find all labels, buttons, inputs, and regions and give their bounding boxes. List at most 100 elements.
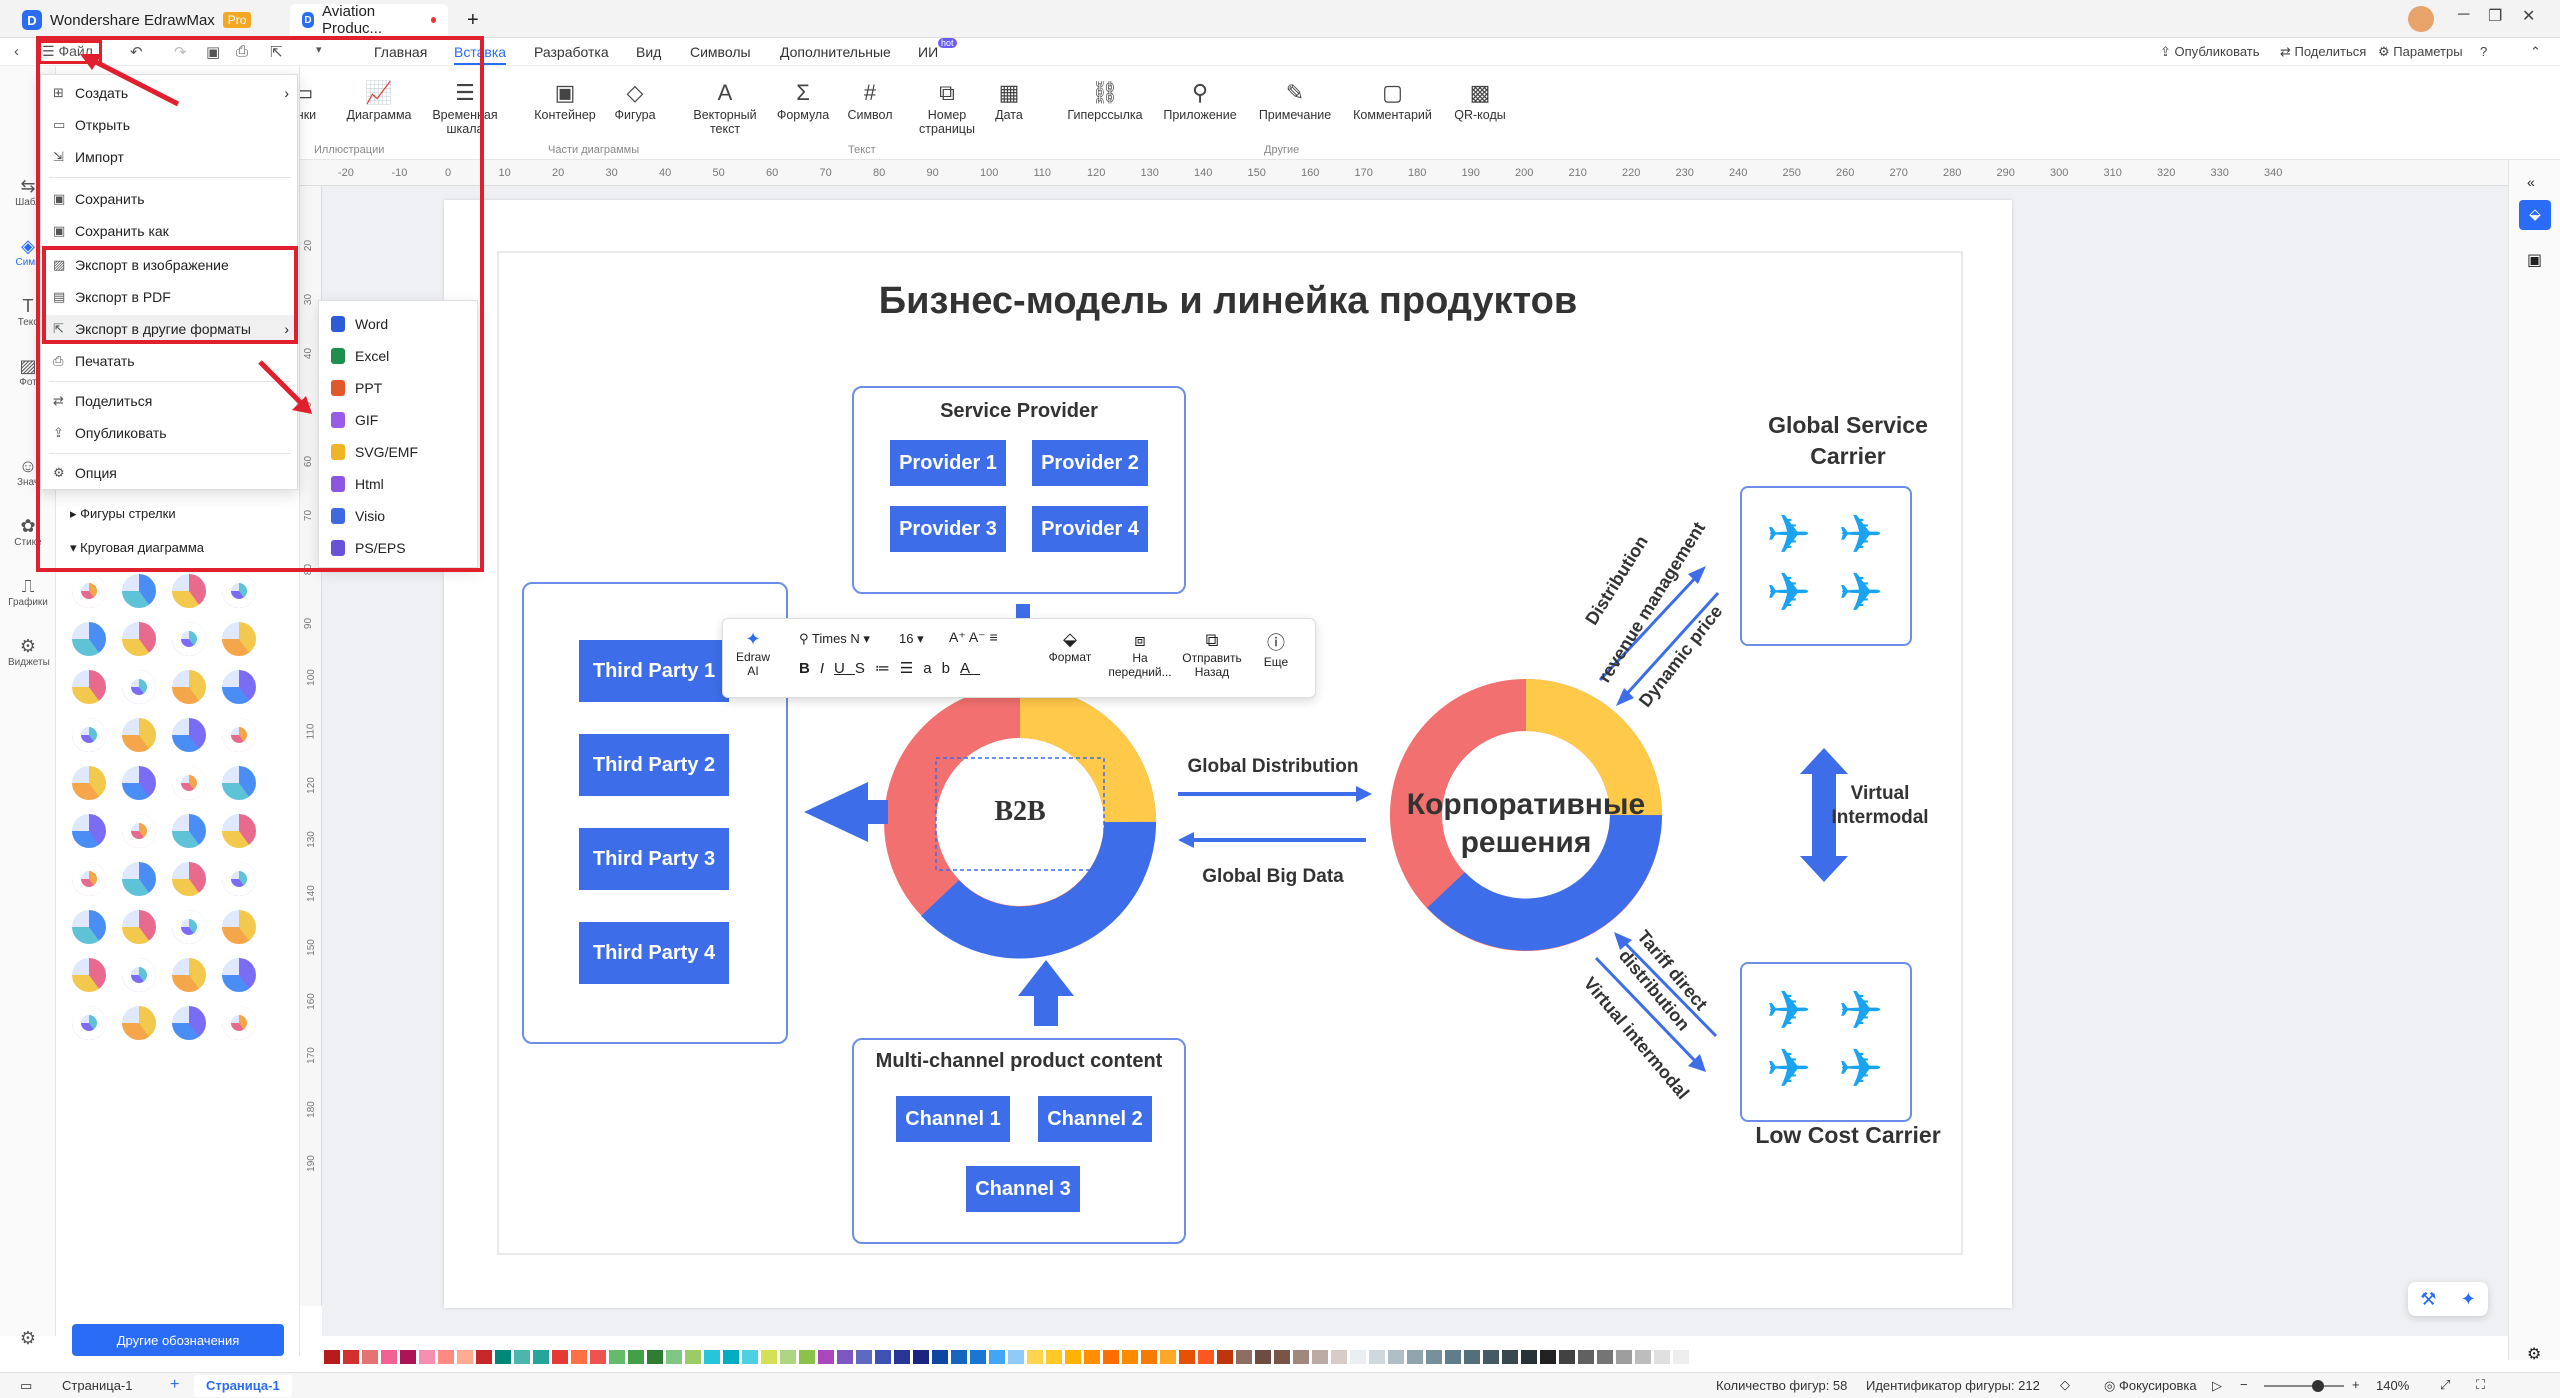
color-swatch[interactable]: [343, 1350, 359, 1364]
export-icon[interactable]: ⇱: [270, 43, 283, 61]
color-swatch[interactable]: [799, 1350, 815, 1364]
focus-button[interactable]: ◎ Фокусировка: [2104, 1378, 2197, 1394]
rail-widgets[interactable]: ⚙ Виджеты: [8, 636, 50, 668]
rail-settings[interactable]: ⚙: [8, 1328, 48, 1349]
shape-thumbnail[interactable]: [172, 910, 206, 944]
color-swatch[interactable]: [1597, 1350, 1613, 1364]
color-swatch[interactable]: [932, 1350, 948, 1364]
color-swatch[interactable]: [989, 1350, 1005, 1364]
shape-thumbnail[interactable]: [222, 670, 256, 704]
rail-stickers[interactable]: ✿ Стике: [8, 516, 48, 548]
color-swatch[interactable]: [1312, 1350, 1328, 1364]
document-tab[interactable]: D Aviation Produc...: [290, 3, 448, 37]
page-layout-icon[interactable]: ▭: [20, 1378, 32, 1394]
color-swatch[interactable]: [1635, 1350, 1651, 1364]
color-swatch[interactable]: [1388, 1350, 1404, 1364]
shape-thumbnail[interactable]: [172, 574, 206, 608]
zoom-in-icon[interactable]: +: [2352, 1377, 2360, 1392]
shape-thumbnail[interactable]: [72, 574, 106, 608]
color-swatch[interactable]: [704, 1350, 720, 1364]
shape-thumbnail[interactable]: [172, 958, 206, 992]
tab-advanced[interactable]: Дополнительные: [780, 44, 891, 60]
shape-thumbnail[interactable]: [72, 958, 106, 992]
send-back-button[interactable]: ⧉ Отправить Назад: [1179, 629, 1245, 679]
ribbon-chart-button[interactable]: 📈 Диаграмма: [344, 78, 414, 122]
color-swatch[interactable]: [552, 1350, 568, 1364]
tab-view[interactable]: Вид: [636, 44, 661, 60]
color-swatch[interactable]: [533, 1350, 549, 1364]
format-row[interactable]: BIUS≔☰abA: [799, 659, 980, 677]
shape-thumbnail[interactable]: [222, 622, 256, 656]
provider-2[interactable]: Provider 2: [1032, 440, 1148, 486]
color-swatch[interactable]: [1027, 1350, 1043, 1364]
shape-thumbnail[interactable]: [72, 1006, 106, 1040]
zoom-value[interactable]: 140%: [2376, 1378, 2409, 1393]
back-icon[interactable]: ‹: [14, 43, 19, 60]
corp-label[interactable]: Корпоративные решения: [1394, 786, 1658, 862]
color-swatch[interactable]: [1217, 1350, 1233, 1364]
tab-develop[interactable]: Разработка: [534, 44, 609, 60]
category-arrows[interactable]: ▸ Фигуры стрелки: [70, 506, 176, 522]
color-swatch[interactable]: [1160, 1350, 1176, 1364]
file-menu-button[interactable]: ☰ Файл: [42, 43, 93, 60]
color-swatch[interactable]: [1350, 1350, 1366, 1364]
shape-thumbnail[interactable]: [172, 862, 206, 896]
shape-thumbnail[interactable]: [122, 574, 156, 608]
channel-2[interactable]: Channel 2: [1038, 1096, 1152, 1142]
color-swatch[interactable]: [457, 1350, 473, 1364]
b2b-label[interactable]: B2B: [936, 796, 1104, 828]
shape-thumbnail[interactable]: [222, 574, 256, 608]
collapse-ribbon-icon[interactable]: ⌃: [2530, 44, 2541, 60]
color-swatch[interactable]: [913, 1350, 929, 1364]
ai-float-buttons[interactable]: ⚒ ✦: [2408, 1282, 2488, 1316]
menu-save-as[interactable]: ▣ Сохранить как: [41, 217, 299, 245]
color-swatch[interactable]: [818, 1350, 834, 1364]
shape-thumbnail[interactable]: [172, 1006, 206, 1040]
color-swatch[interactable]: [1654, 1350, 1670, 1364]
menu-export-pdf[interactable]: ▤ Экспорт в PDF: [41, 283, 299, 311]
menu-options[interactable]: ⚙ Опция: [41, 459, 299, 487]
color-swatch[interactable]: [761, 1350, 777, 1364]
menu-export-image[interactable]: ▨ Экспорт в изображение: [41, 251, 299, 279]
shape-thumbnail[interactable]: [172, 622, 206, 656]
undo-icon[interactable]: ↶: [130, 43, 143, 61]
color-swatch[interactable]: [970, 1350, 986, 1364]
menu-share[interactable]: ⇄ Поделиться: [41, 387, 299, 415]
category-pie[interactable]: ▾ Круговая диаграмма: [70, 540, 204, 556]
page-tab-active[interactable]: Страница-1: [194, 1375, 292, 1397]
shape-thumbnail[interactable]: [222, 1006, 256, 1040]
channel-1[interactable]: Channel 1: [896, 1096, 1010, 1142]
ribbon-timeline-button[interactable]: ☰ Временная шкала: [430, 78, 500, 136]
color-swatch[interactable]: [1331, 1350, 1347, 1364]
color-swatch[interactable]: [837, 1350, 853, 1364]
color-swatch[interactable]: [951, 1350, 967, 1364]
sparkle-icon[interactable]: ✦: [2461, 1289, 2476, 1310]
shape-thumbnail[interactable]: [222, 718, 256, 752]
color-swatch[interactable]: [1616, 1350, 1632, 1364]
format-button[interactable]: ⬙ Формат: [1045, 629, 1095, 664]
color-swatch[interactable]: [875, 1350, 891, 1364]
color-swatch[interactable]: [742, 1350, 758, 1364]
ribbon-formula-button[interactable]: Σ Формула: [768, 78, 838, 122]
export-visio[interactable]: Visio: [319, 501, 479, 531]
color-swatch[interactable]: [856, 1350, 872, 1364]
color-swatch[interactable]: [1540, 1350, 1556, 1364]
menu-save[interactable]: ▣ Сохранить: [41, 185, 299, 213]
more-button[interactable]: ⓘ Еще: [1251, 629, 1301, 669]
color-swatch[interactable]: [1445, 1350, 1461, 1364]
export-ppt[interactable]: PPT: [319, 373, 479, 403]
ribbon-page-number-button[interactable]: ⧉ Номер страницы: [912, 78, 982, 136]
shape-thumbnail[interactable]: [222, 766, 256, 800]
shape-thumbnail[interactable]: [122, 670, 156, 704]
shape-thumbnail[interactable]: [72, 862, 106, 896]
color-swatch[interactable]: [1065, 1350, 1081, 1364]
color-swatch[interactable]: [1255, 1350, 1271, 1364]
color-swatch[interactable]: [1293, 1350, 1309, 1364]
export-html[interactable]: Html: [319, 469, 479, 499]
color-swatch[interactable]: [476, 1350, 492, 1364]
menu-create[interactable]: ⊞ Создать ›: [41, 79, 299, 107]
rail-charts[interactable]: ⎍ Графики: [8, 576, 48, 608]
publish-button[interactable]: ⇪ Опубликовать: [2160, 44, 2260, 60]
color-swatch[interactable]: [1046, 1350, 1062, 1364]
shape-thumbnail[interactable]: [122, 766, 156, 800]
